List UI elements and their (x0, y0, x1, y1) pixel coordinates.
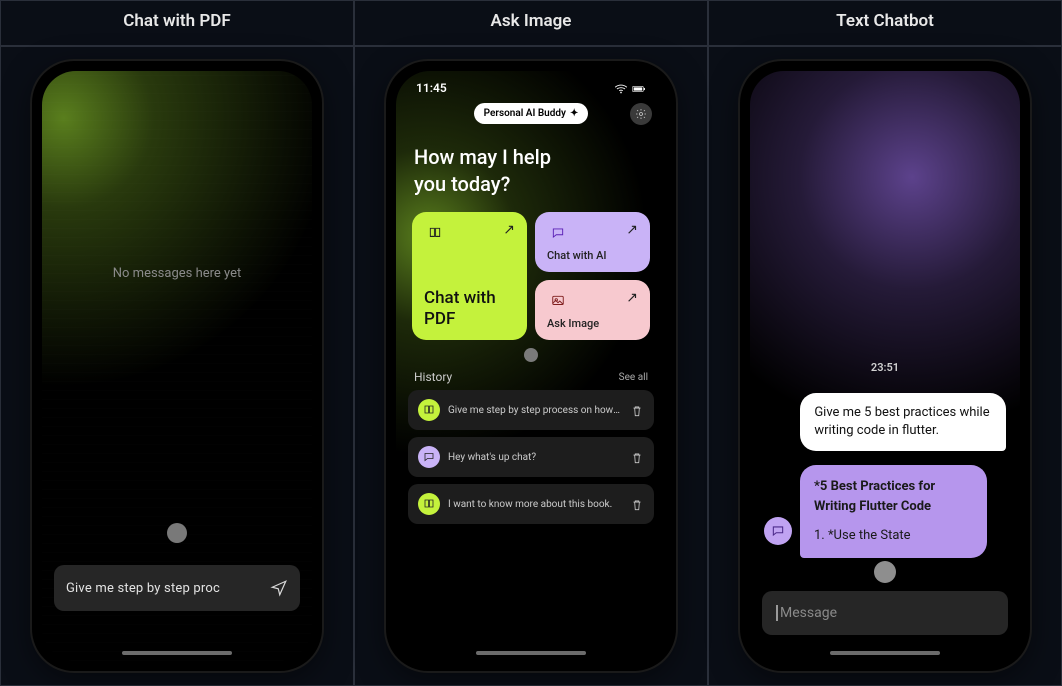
card-label: Chat with PDF (424, 288, 515, 331)
phone-frame: 23:51 Give me 5 best practices while wri… (740, 61, 1030, 671)
home-indicator (830, 651, 940, 655)
arrow-icon: ↗ (626, 290, 638, 306)
message-input-bar[interactable]: Give me step by step proc (54, 565, 300, 611)
app-header: Personal AI Buddy ✦ (396, 103, 666, 124)
user-message: Give me 5 best practices while writing c… (800, 393, 1006, 451)
history-item-text: Give me step by step process on how t… (448, 405, 622, 416)
bot-message-line: 1. *Use the State (814, 526, 973, 546)
battery-icon (632, 83, 646, 93)
card-label: Chat with AI (547, 249, 638, 262)
phone-frame: No messages here yet Give me step by ste… (32, 61, 322, 671)
book-icon (418, 399, 440, 421)
phone-frame: 11:45 Personal AI Buddy ✦ (386, 61, 676, 671)
history-item[interactable]: Hey what's up chat? (408, 437, 654, 477)
brand-pill-label: Personal AI Buddy (484, 108, 566, 119)
history-list: Give me step by step process on how t… H… (396, 390, 666, 524)
history-item-text: I want to know more about this book. (448, 499, 622, 510)
wifi-icon (614, 83, 628, 93)
loading-indicator (167, 523, 187, 543)
headline-line1: How may I help (414, 144, 648, 171)
delete-button[interactable] (630, 403, 644, 417)
feature-cards: ↗ Chat with PDF ↗ Chat with AI (396, 212, 666, 340)
history-item-text: Hey what's up chat? (448, 452, 622, 463)
message-input-placeholder[interactable]: Message (776, 605, 837, 621)
book-icon (418, 493, 440, 515)
phone-screen-chatbot: 23:51 Give me 5 best practices while wri… (750, 71, 1020, 661)
settings-button[interactable] (630, 103, 652, 125)
phone-screen-chat-pdf: No messages here yet Give me step by ste… (42, 71, 312, 661)
image-icon (547, 290, 569, 312)
see-all-link[interactable]: See all (619, 372, 648, 383)
history-item[interactable]: Give me step by step process on how t… (408, 390, 654, 430)
bot-message: *5 Best Practices for Writing Flutter Co… (800, 465, 987, 558)
loading-indicator (874, 561, 896, 583)
headline-line2: you today? (414, 171, 648, 198)
column-cell-text-chatbot: 23:51 Give me 5 best practices while wri… (708, 46, 1062, 686)
status-time: 11:45 (416, 81, 447, 95)
delete-button[interactable] (630, 450, 644, 464)
arrow-icon: ↗ (503, 222, 515, 238)
column-header-text-chatbot: Text Chatbot (708, 0, 1062, 46)
column-header-chat-pdf: Chat with PDF (0, 0, 354, 46)
send-icon[interactable] (270, 579, 288, 597)
status-bar: 11:45 (396, 71, 666, 97)
card-chat-pdf[interactable]: ↗ Chat with PDF (412, 212, 527, 340)
empty-state-text: No messages here yet (42, 266, 312, 281)
loading-dot (524, 348, 538, 362)
column-cell-chat-pdf: No messages here yet Give me step by ste… (0, 46, 354, 686)
chat-icon (547, 222, 569, 244)
arrow-icon: ↗ (626, 222, 638, 238)
message-input-value[interactable]: Give me step by step proc (66, 581, 220, 596)
delete-button[interactable] (630, 497, 644, 511)
phone-screen-home: 11:45 Personal AI Buddy ✦ (396, 71, 666, 661)
home-indicator (476, 651, 586, 655)
column-cell-ask-image: 11:45 Personal AI Buddy ✦ (354, 46, 708, 686)
column-header-ask-image: Ask Image (354, 0, 708, 46)
message-input-bar[interactable]: Message (762, 591, 1008, 635)
chat-thread: Give me 5 best practices while writing c… (764, 393, 1006, 558)
bot-message-row: *5 Best Practices for Writing Flutter Co… (764, 465, 987, 558)
brand-pill[interactable]: Personal AI Buddy ✦ (474, 103, 589, 124)
headline: How may I help you today? (396, 124, 666, 212)
history-header: History See all (396, 366, 666, 390)
history-item[interactable]: I want to know more about this book. (408, 484, 654, 524)
card-chat-ai[interactable]: ↗ Chat with AI (535, 212, 650, 272)
home-indicator (122, 651, 232, 655)
card-label: Ask Image (547, 317, 638, 330)
history-label: History (414, 370, 452, 384)
feature-table: Chat with PDF Ask Image Text Chatbot No … (0, 0, 1062, 686)
chat-icon (418, 446, 440, 468)
book-icon (424, 222, 446, 244)
bot-message-title: *5 Best Practices for Writing Flutter Co… (814, 477, 973, 516)
sparkle-icon: ✦ (570, 108, 578, 119)
bot-avatar-icon (764, 517, 792, 545)
card-ask-image[interactable]: ↗ Ask Image (535, 280, 650, 340)
timestamp: 23:51 (750, 361, 1020, 374)
